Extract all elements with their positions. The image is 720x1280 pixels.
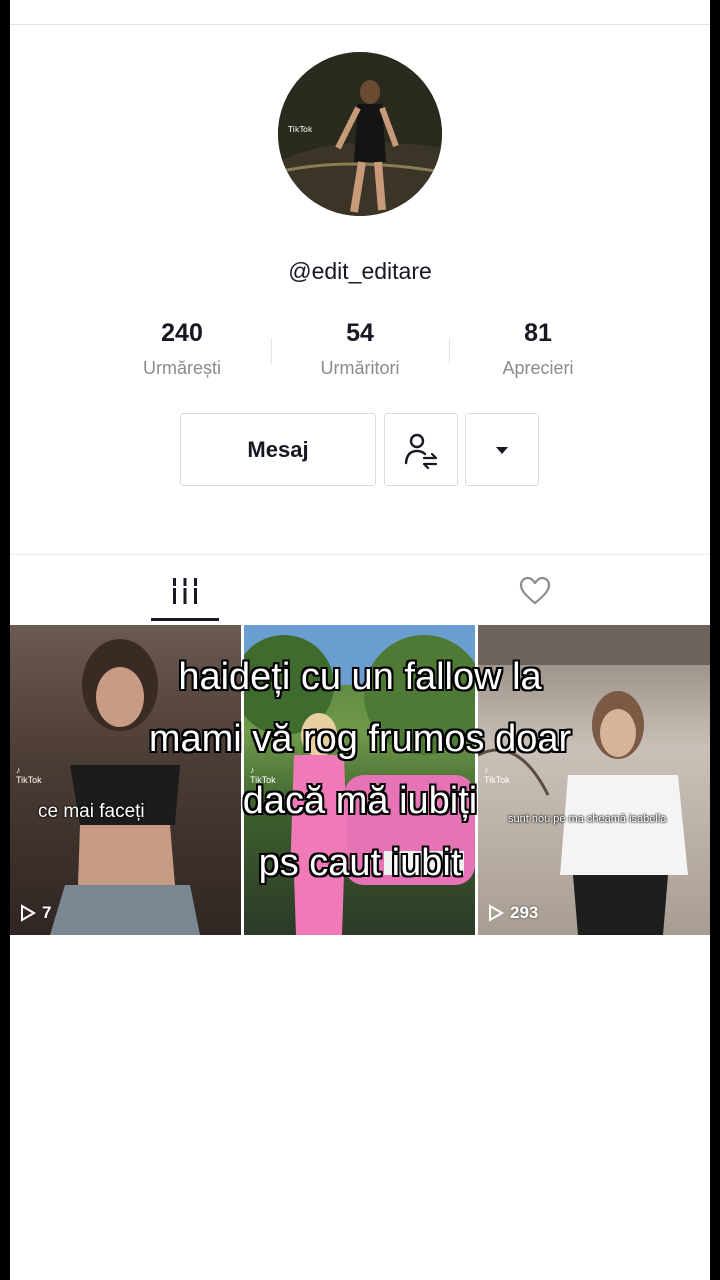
svg-text:TikTok: TikTok: [287, 125, 313, 134]
stat-following[interactable]: 240 Urmărești: [93, 318, 271, 379]
play-count-value: 7: [42, 903, 52, 922]
avatar[interactable]: TikTok: [278, 52, 442, 216]
overlay-line: ps caut iubit: [258, 842, 462, 884]
stat-following-value: 240: [161, 319, 203, 347]
username: @edit_editare: [288, 258, 432, 284]
stat-followers-label: Urmăritori: [320, 358, 400, 378]
top-divider: [10, 24, 710, 25]
play-icon: [489, 904, 504, 922]
user-swap-icon: [404, 433, 438, 469]
profile-screen: TikTok @edit_editare 240 Urmărești 54 Ur…: [10, 0, 710, 1280]
caret-down-icon: [496, 446, 508, 454]
play-icon: [21, 904, 36, 922]
stat-following-label: Urmărești: [142, 358, 221, 378]
tab-videos[interactable]: [150, 560, 220, 622]
overlay-line: mami vă rog frumos doar: [148, 718, 572, 760]
overlay-caption: haideți cu un fallow la mami vă rog frum…: [10, 646, 710, 894]
stat-likes-value: 81: [524, 319, 552, 347]
tab-liked[interactable]: [510, 560, 560, 622]
active-tab-indicator: [151, 618, 219, 621]
stat-followers[interactable]: 54 Urmăritori: [271, 318, 449, 379]
heart-icon: [519, 576, 551, 605]
more-options-button[interactable]: [465, 413, 539, 486]
message-button[interactable]: Mesaj: [180, 413, 376, 486]
play-count-value: 293: [510, 903, 539, 922]
stat-likes-label: Aprecieri: [502, 358, 574, 378]
section-divider: [10, 554, 710, 555]
overlay-line: haideți cu un fallow la: [178, 656, 542, 698]
overlay-line: dacă mă iubiți: [242, 780, 478, 822]
play-count: 7: [20, 903, 51, 923]
follow-toggle-button[interactable]: [384, 413, 458, 486]
stat-likes[interactable]: 81 Aprecieri: [449, 318, 627, 379]
play-count: 293: [488, 903, 538, 923]
grid-icon: [173, 578, 197, 604]
stat-followers-value: 54: [346, 319, 374, 347]
